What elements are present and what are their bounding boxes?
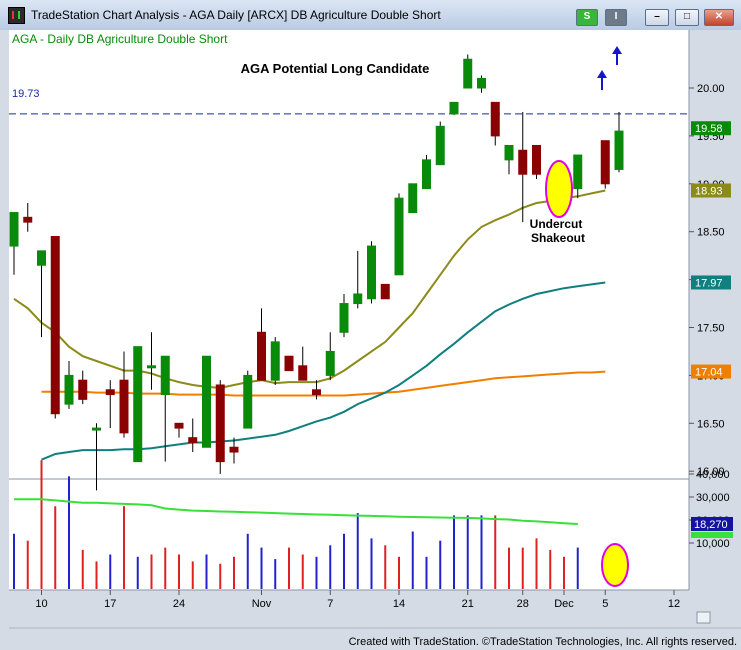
shakeout-highlight	[545, 160, 573, 218]
candle-up	[367, 245, 376, 300]
price-tick-label: 20.00	[697, 83, 725, 95]
candle-down	[257, 331, 266, 381]
candle-up	[449, 101, 459, 115]
candle-up	[37, 250, 46, 266]
time-tick-label: Dec	[554, 598, 574, 610]
candle-up	[147, 365, 156, 369]
volume-highlight	[601, 543, 629, 587]
time-tick-label: 12	[668, 598, 680, 610]
candle-up	[353, 293, 363, 305]
candle-down	[490, 101, 500, 137]
candle-up	[408, 183, 418, 214]
candle-up	[422, 159, 431, 190]
time-tick-label: 10	[35, 598, 47, 610]
time-tick-label: 24	[173, 598, 185, 610]
time-tick-label: 14	[393, 598, 405, 610]
chart-title: AGA Potential Long Candidate	[241, 61, 430, 76]
candle-up	[64, 374, 74, 405]
candle-down	[50, 235, 60, 415]
candle-up	[270, 341, 280, 381]
volume-ma-tag	[691, 531, 733, 538]
price-tag-label: 17.04	[695, 367, 723, 379]
time-tick-label: 7	[327, 598, 333, 610]
candle-up	[463, 58, 473, 89]
s-menu-button[interactable]: S	[576, 9, 598, 26]
candle-up	[614, 130, 624, 170]
candle-down	[78, 379, 88, 400]
minimize-button[interactable]: –	[645, 9, 669, 26]
candle-up	[573, 154, 583, 190]
candle-up	[243, 374, 253, 429]
title-bar: TradeStation Chart Analysis - AGA Daily …	[0, 0, 741, 31]
price-tag-label: 18.93	[695, 186, 723, 198]
price-tag-label: 19.58	[695, 123, 723, 135]
candle-up	[394, 197, 404, 276]
candle-down	[380, 283, 390, 300]
candle-up	[435, 125, 445, 166]
volume-tick-label: 40,000	[696, 469, 730, 481]
candle-down	[600, 140, 610, 185]
candle-up	[160, 355, 170, 396]
candle-down	[298, 365, 308, 381]
candle-down	[518, 149, 528, 175]
time-tick-label: 5	[602, 598, 608, 610]
candle-up	[325, 350, 335, 376]
layout-menu-button[interactable]: I	[605, 9, 627, 26]
close-button[interactable]: ✕	[704, 9, 734, 26]
price-tag-label: 17.97	[695, 277, 723, 289]
candle-up	[202, 355, 211, 448]
time-tick-label: 17	[104, 598, 116, 610]
scrollbar-right-button[interactable]	[696, 611, 711, 624]
candle-up	[504, 144, 514, 161]
candle-down	[105, 389, 115, 396]
symbol-label: AGA - Daily DB Agriculture Double Short	[12, 32, 228, 46]
chart-area[interactable]: AGA - Daily DB Agriculture Double Short …	[0, 30, 741, 644]
volume-tick-label: 10,000	[696, 538, 730, 550]
volume-tag-label: 18,270	[694, 519, 728, 531]
time-tick-label: 28	[517, 598, 529, 610]
candle-up	[133, 346, 143, 463]
candle-down	[23, 216, 33, 223]
candle-down	[119, 379, 129, 434]
time-tick-label: 21	[462, 598, 474, 610]
candle-down	[174, 422, 184, 429]
price-tick-label: 16.50	[697, 418, 725, 430]
candle-down	[312, 389, 321, 396]
candle-down	[532, 144, 541, 175]
price-tick-label: 18.50	[697, 227, 725, 239]
maximize-button[interactable]: □	[675, 9, 699, 26]
candle-down	[229, 446, 239, 453]
volume-tick-label: 30,000	[696, 492, 730, 504]
candle-down	[284, 355, 294, 372]
candle-up	[9, 212, 19, 247]
time-tick-label: Nov	[252, 598, 272, 610]
candle-down	[188, 437, 198, 443]
annotation-undercut: Undercut	[530, 217, 583, 231]
candle-up	[339, 303, 349, 333]
footer-credit: Created with TradeStation. ©TradeStation…	[348, 636, 737, 648]
resistance-label: 19.73	[12, 88, 40, 100]
price-tick-label: 17.50	[697, 323, 725, 335]
candle-up	[477, 77, 486, 89]
tradestation-app-icon	[8, 7, 25, 24]
window-title: TradeStation Chart Analysis - AGA Daily …	[31, 8, 441, 22]
annotation-shakeout: Shakeout	[531, 231, 585, 245]
candle-up	[92, 427, 101, 431]
candle-down	[215, 384, 225, 463]
time-axis-band	[9, 590, 741, 613]
